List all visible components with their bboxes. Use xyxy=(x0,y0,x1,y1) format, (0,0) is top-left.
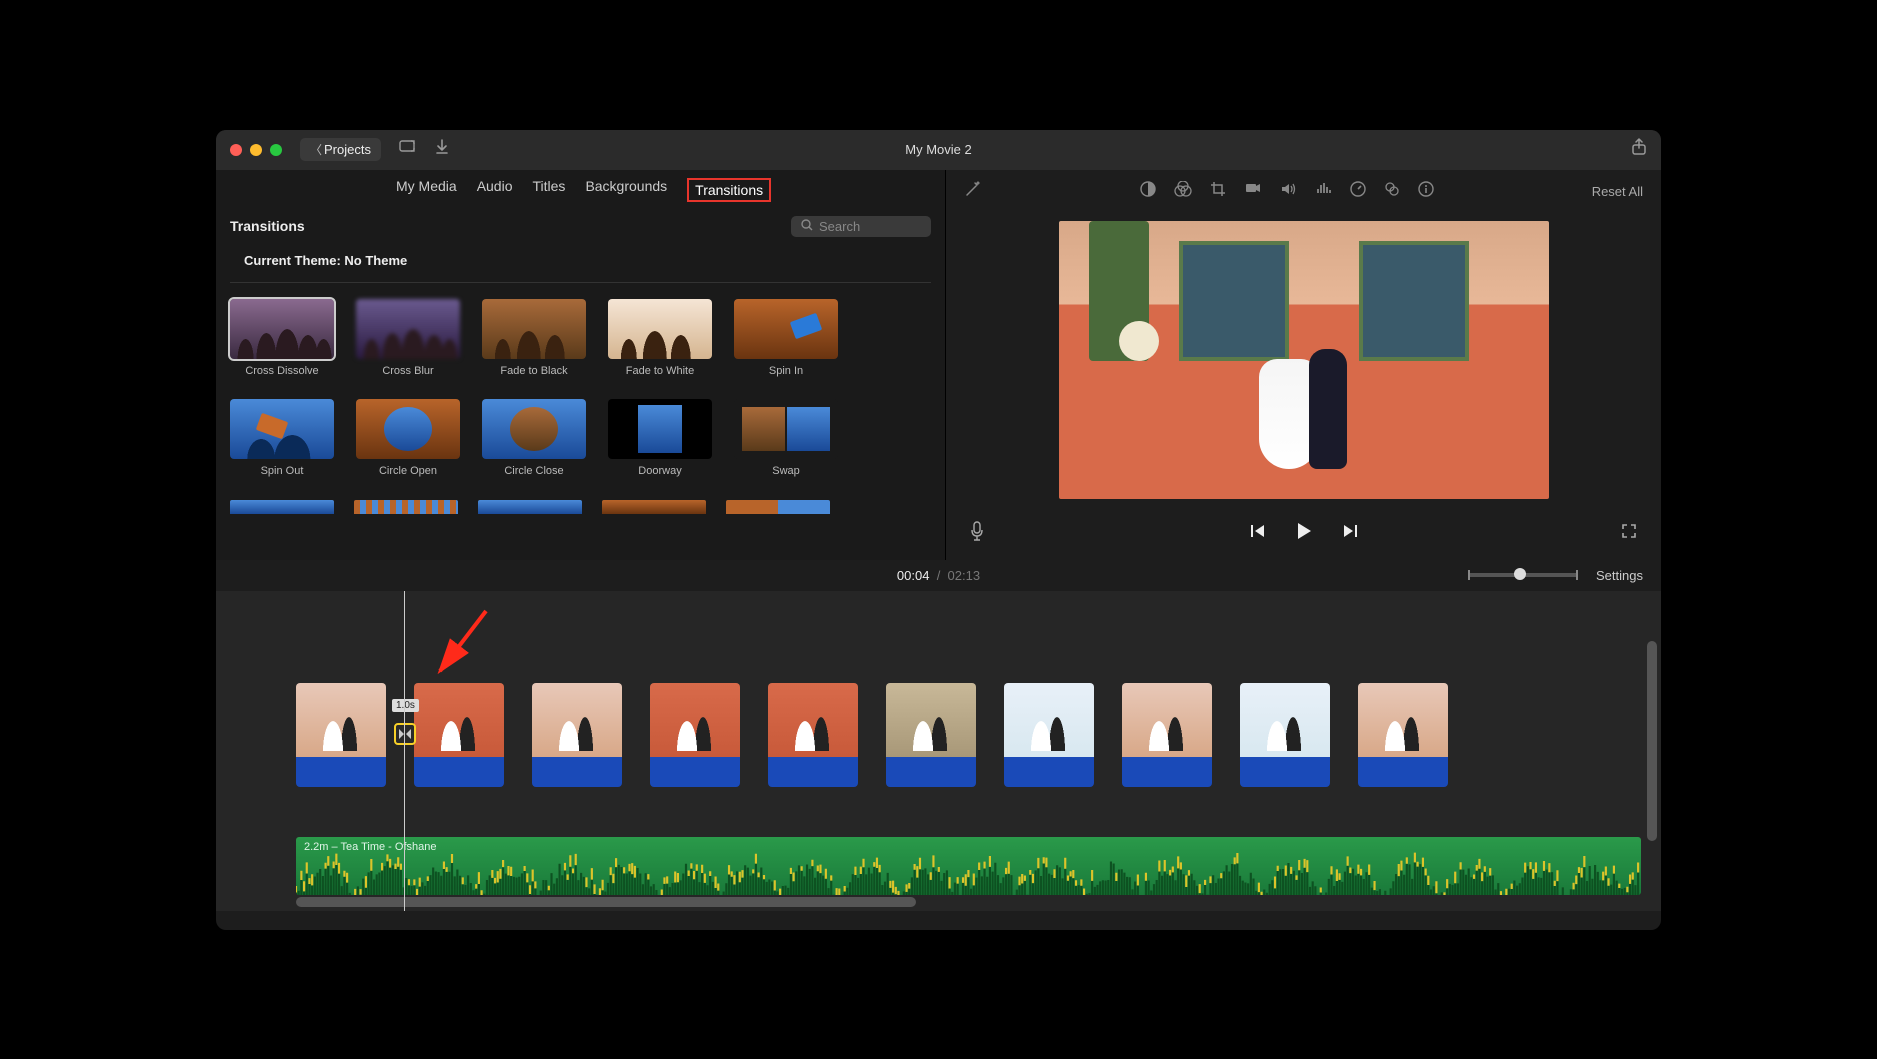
transition-cross-blur[interactable]: Cross Blur xyxy=(356,299,460,377)
volume-icon[interactable] xyxy=(1280,181,1298,201)
video-clip[interactable] xyxy=(650,683,740,787)
project-title: My Movie 2 xyxy=(905,142,971,157)
tab-my-media[interactable]: My Media xyxy=(396,178,457,202)
video-clip[interactable] xyxy=(1358,683,1448,787)
preview-canvas[interactable] xyxy=(946,213,1661,507)
timecode: 00:04 / 02:13 xyxy=(897,568,980,583)
speed-icon[interactable] xyxy=(1350,181,1366,201)
play-button[interactable] xyxy=(1295,521,1313,546)
transition-swap[interactable]: Swap xyxy=(734,399,838,477)
prev-frame-button[interactable] xyxy=(1249,523,1267,544)
import-media-icon[interactable] xyxy=(399,139,417,160)
timeline[interactable]: 1.0s 2.2m – Tea Time - Ofshane xyxy=(216,591,1661,911)
vertical-scrollbar[interactable] xyxy=(1647,641,1657,841)
close-icon[interactable] xyxy=(230,144,242,156)
transitions-grid: Cross Dissolve Cross Blur Fade to Black … xyxy=(216,283,945,493)
search-icon xyxy=(801,219,813,234)
zoom-icon[interactable] xyxy=(270,144,282,156)
search-input[interactable]: Search xyxy=(791,216,931,237)
noise-reduction-icon[interactable] xyxy=(1316,181,1332,201)
zoom-thumb[interactable] xyxy=(1514,568,1526,580)
transition-marker[interactable] xyxy=(394,723,416,745)
transition-spin-in[interactable]: Spin In xyxy=(734,299,838,377)
audio-clip-label: 2.2m – Tea Time - Ofshane xyxy=(304,841,436,853)
back-to-projects-button[interactable]: 〈 Projects xyxy=(300,138,381,161)
annotation-arrow xyxy=(426,605,496,685)
zoom-slider[interactable] xyxy=(1468,573,1578,577)
transition-fade-to-black[interactable]: Fade to Black xyxy=(482,299,586,377)
playback-controls xyxy=(946,507,1661,560)
video-clip[interactable] xyxy=(1004,683,1094,787)
transition-spin-out[interactable]: Spin Out xyxy=(230,399,334,477)
video-clip[interactable] xyxy=(1122,683,1212,787)
search-placeholder: Search xyxy=(819,219,860,234)
preview-viewer: Reset All xyxy=(946,170,1661,560)
enhance-wand-icon[interactable] xyxy=(964,180,982,203)
horizontal-scrollbar[interactable] xyxy=(296,897,916,907)
timeline-header: 00:04 / 02:13 Settings xyxy=(216,560,1661,591)
media-browser: My Media Audio Titles Backgrounds Transi… xyxy=(216,170,946,560)
color-balance-icon[interactable] xyxy=(1140,181,1156,201)
window-controls xyxy=(230,144,282,156)
video-clip[interactable] xyxy=(768,683,858,787)
video-clip[interactable] xyxy=(296,683,386,787)
back-label: Projects xyxy=(324,142,371,157)
video-clip[interactable] xyxy=(1240,683,1330,787)
transition-cross-dissolve[interactable]: Cross Dissolve xyxy=(230,299,334,377)
transition-circle-close[interactable]: Circle Close xyxy=(482,399,586,477)
video-clip[interactable] xyxy=(414,683,504,787)
tab-titles[interactable]: Titles xyxy=(533,178,566,202)
transition-circle-open[interactable]: Circle Open xyxy=(356,399,460,477)
video-clip[interactable] xyxy=(532,683,622,787)
minimize-icon[interactable] xyxy=(250,144,262,156)
voiceover-mic-icon[interactable] xyxy=(970,521,984,546)
reset-all-button[interactable]: Reset All xyxy=(1592,184,1643,199)
download-icon[interactable] xyxy=(435,139,449,160)
preview-frame xyxy=(1059,221,1549,499)
next-frame-button[interactable] xyxy=(1341,523,1359,544)
info-icon[interactable] xyxy=(1418,181,1434,201)
color-correction-icon[interactable] xyxy=(1174,181,1192,201)
transition-duration-badge: 1.0s xyxy=(392,699,419,712)
browser-tabs: My Media Audio Titles Backgrounds Transi… xyxy=(216,170,945,210)
audio-clip[interactable]: 2.2m – Tea Time - Ofshane xyxy=(296,837,1641,895)
chevron-left-icon: 〈 xyxy=(310,141,322,158)
stabilization-icon[interactable] xyxy=(1244,181,1262,201)
tab-backgrounds[interactable]: Backgrounds xyxy=(585,178,667,202)
titlebar: 〈 Projects My Movie 2 xyxy=(216,130,1661,170)
timeline-settings-button[interactable]: Settings xyxy=(1596,568,1643,583)
video-track xyxy=(296,683,1641,787)
app-window: 〈 Projects My Movie 2 My Media Audio Tit… xyxy=(216,130,1661,930)
browser-section-title: Transitions xyxy=(230,218,305,234)
transition-fade-to-white[interactable]: Fade to White xyxy=(608,299,712,377)
transition-doorway[interactable]: Doorway xyxy=(608,399,712,477)
video-clip[interactable] xyxy=(886,683,976,787)
current-theme-label: Current Theme: No Theme xyxy=(230,247,931,283)
fullscreen-icon[interactable] xyxy=(1621,523,1637,544)
share-icon[interactable] xyxy=(1631,138,1647,161)
tab-transitions[interactable]: Transitions xyxy=(687,178,771,202)
tab-audio[interactable]: Audio xyxy=(477,178,513,202)
viewer-toolbar: Reset All xyxy=(946,170,1661,213)
filters-icon[interactable] xyxy=(1384,181,1400,201)
playhead[interactable] xyxy=(404,591,405,911)
crop-icon[interactable] xyxy=(1210,181,1226,201)
